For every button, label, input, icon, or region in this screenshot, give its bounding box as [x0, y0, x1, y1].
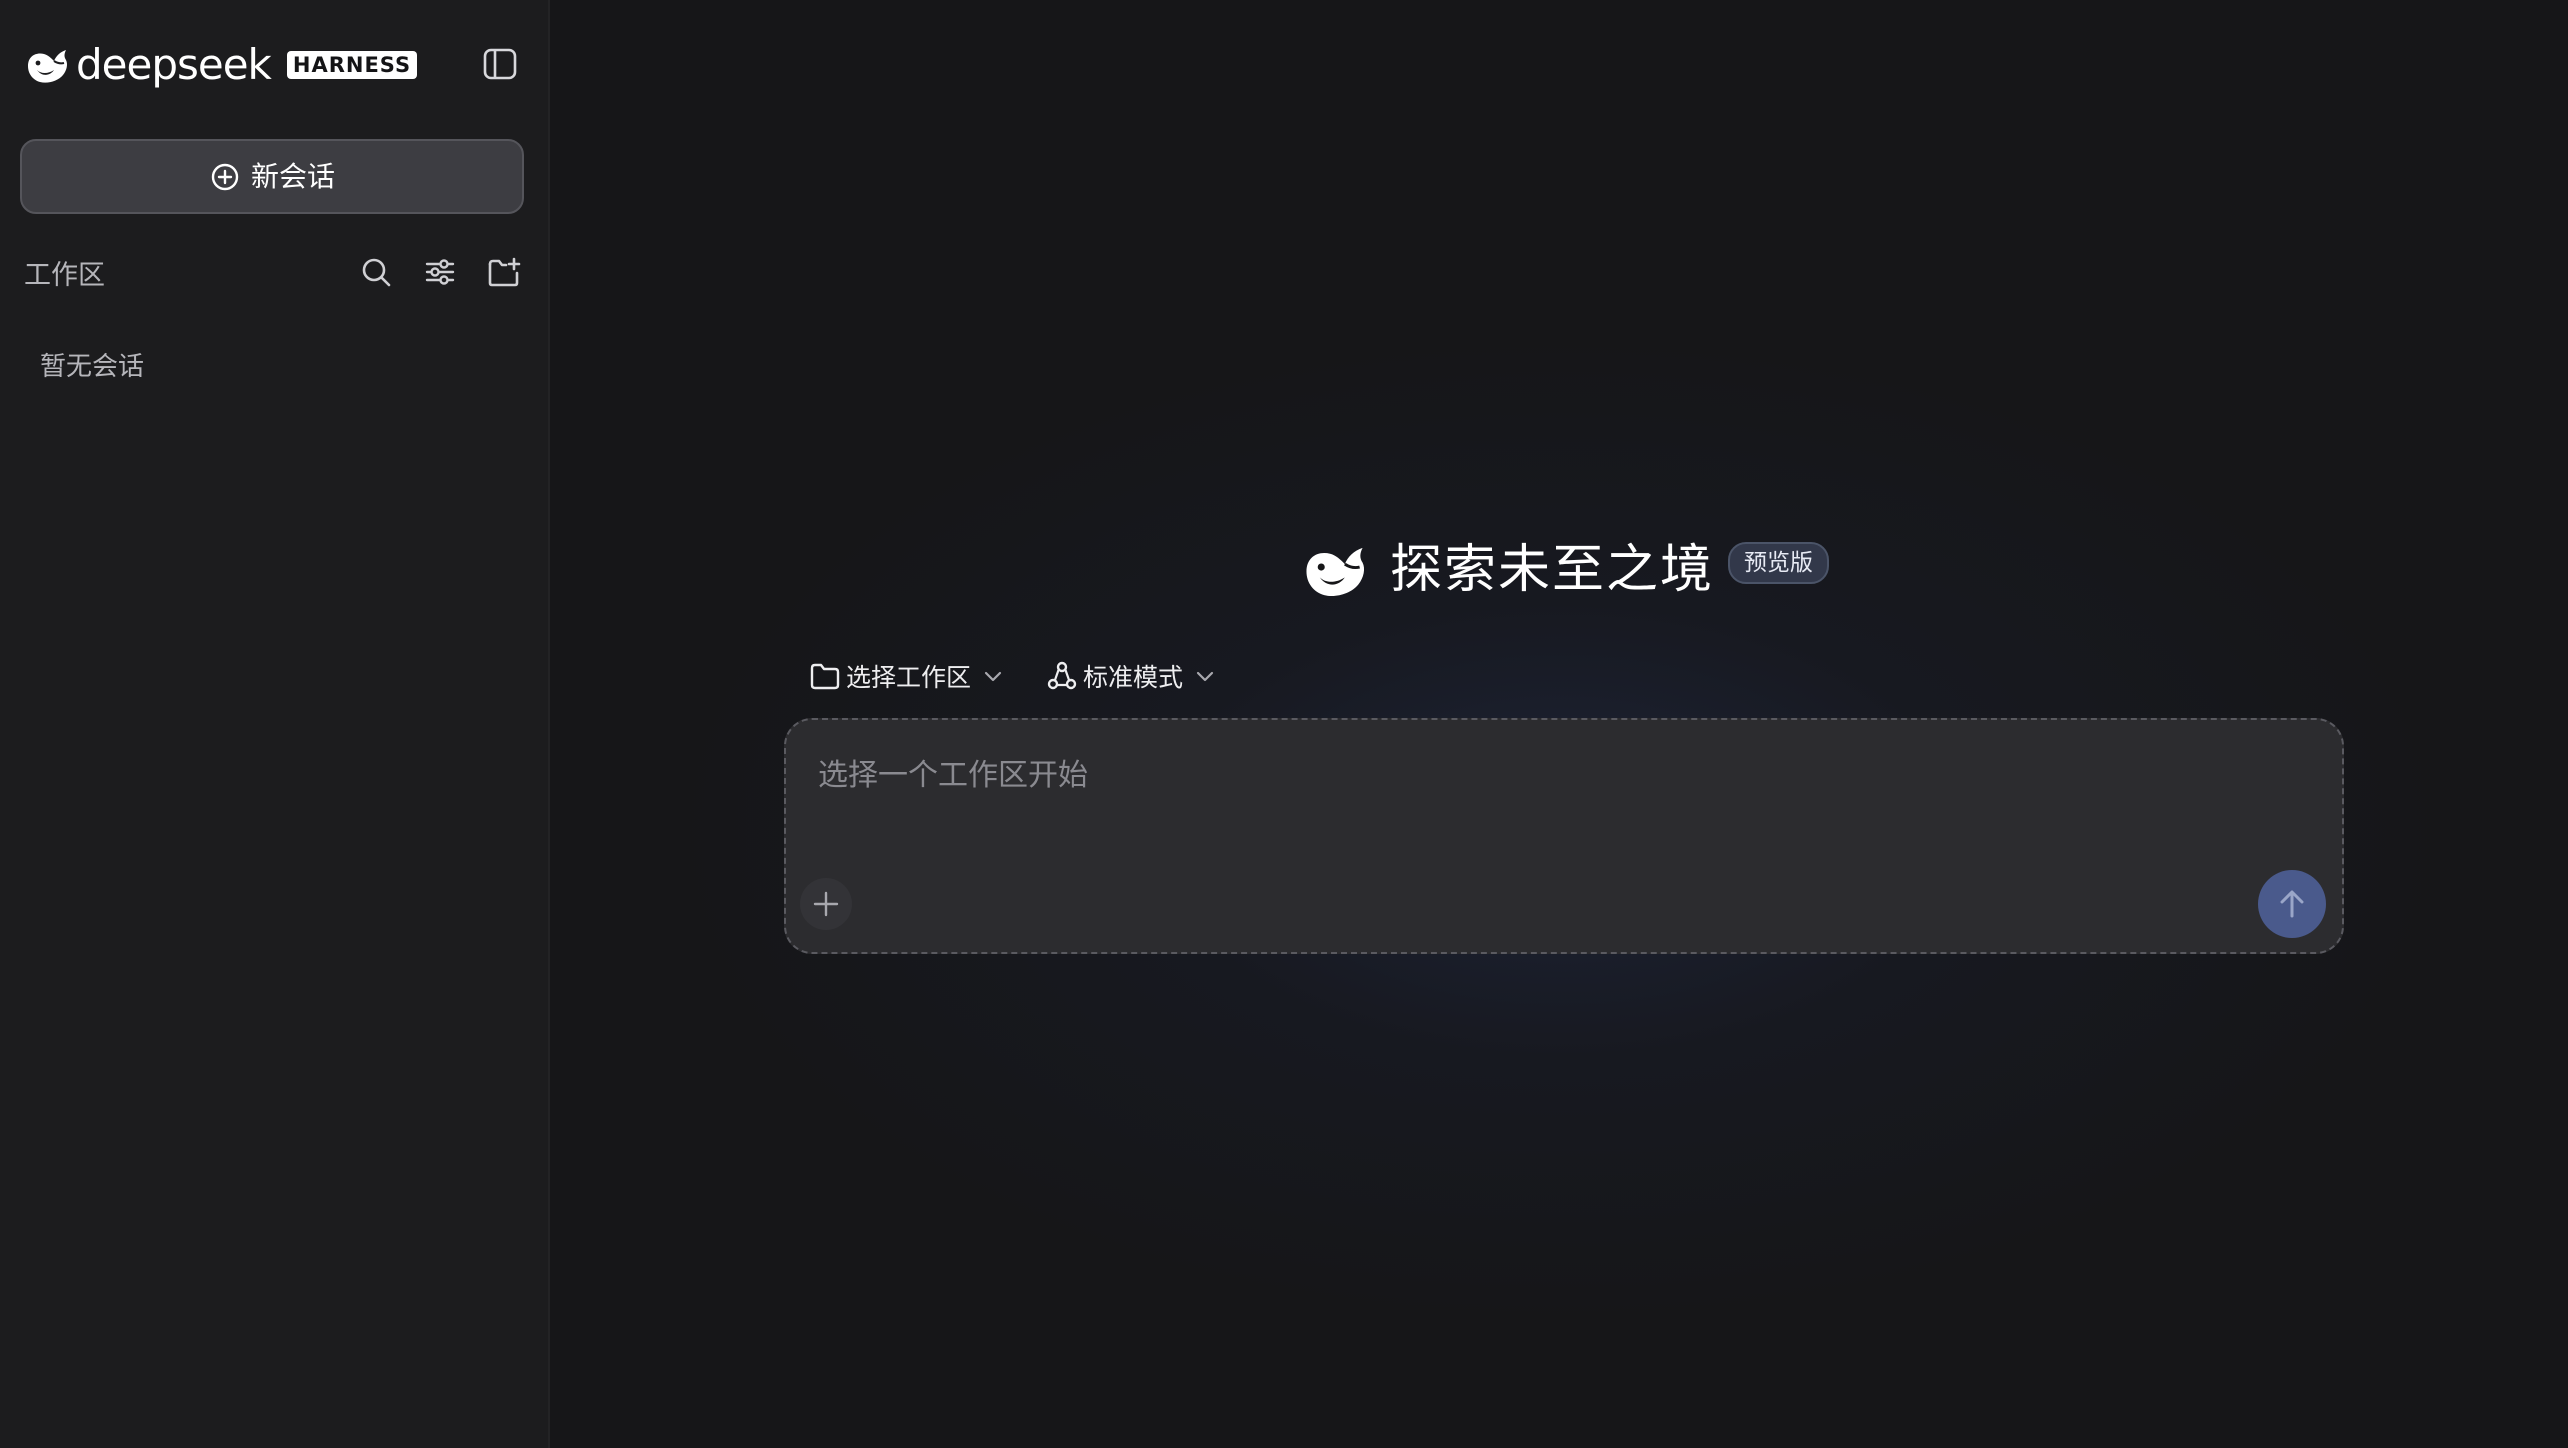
- workspace-label: 工作区: [24, 259, 105, 291]
- brand[interactable]: deepseek HARNESS: [24, 40, 418, 90]
- plus-icon: [813, 891, 839, 917]
- hero: 探索未至之境 预览版: [1300, 530, 1830, 610]
- empty-conversations-label: 暂无会话: [40, 352, 145, 382]
- attach-button[interactable]: [800, 878, 852, 930]
- new-chat-label: 新会话: [250, 159, 335, 193]
- new-folder-icon[interactable]: [484, 252, 524, 292]
- chevron-down-icon: [981, 664, 1005, 688]
- mode-select-label: 标准模式: [1083, 663, 1184, 692]
- sidebar-toggle-button[interactable]: [480, 44, 520, 84]
- app-window: deepseek HARNESS 新会话 工作区 暂无会话 探索未至之境 预览版…: [0, 0, 2568, 1448]
- preview-badge: 预览版: [1728, 542, 1830, 584]
- composer: [784, 718, 2344, 954]
- mode-nodes-icon: [1045, 659, 1079, 693]
- send-button[interactable]: [2258, 870, 2326, 938]
- plus-circle-icon: [209, 161, 241, 193]
- new-chat-button[interactable]: 新会话: [20, 139, 524, 214]
- whale-logo-icon: [1306, 547, 1365, 597]
- composer-selectors: 选择工作区 标准模式: [808, 652, 1257, 700]
- folder-icon: [808, 659, 842, 693]
- sidebar-toggle-icon: [483, 48, 517, 80]
- main-panel: 探索未至之境 预览版 选择工作区 标准模式 选择一个工作区开始: [550, 0, 2568, 1448]
- message-input[interactable]: [816, 748, 2300, 852]
- filter-settings-icon[interactable]: [420, 252, 460, 292]
- workspace-select-label: 选择工作区: [846, 663, 972, 692]
- arrow-up-icon: [2280, 890, 2304, 918]
- whale-logo-icon: [28, 50, 67, 83]
- workspace-header: 工作区: [24, 248, 524, 296]
- mode-select[interactable]: 标准模式: [1045, 658, 1217, 694]
- hero-title: 探索未至之境: [1390, 540, 1715, 600]
- search-icon[interactable]: [356, 252, 396, 292]
- chevron-down-icon: [1193, 664, 1217, 688]
- workspace-select[interactable]: 选择工作区: [808, 658, 1005, 694]
- brand-name: deepseek: [76, 40, 272, 89]
- sidebar: deepseek HARNESS 新会话 工作区 暂无会话: [0, 0, 550, 1448]
- brand-badge: HARNESS: [286, 51, 418, 79]
